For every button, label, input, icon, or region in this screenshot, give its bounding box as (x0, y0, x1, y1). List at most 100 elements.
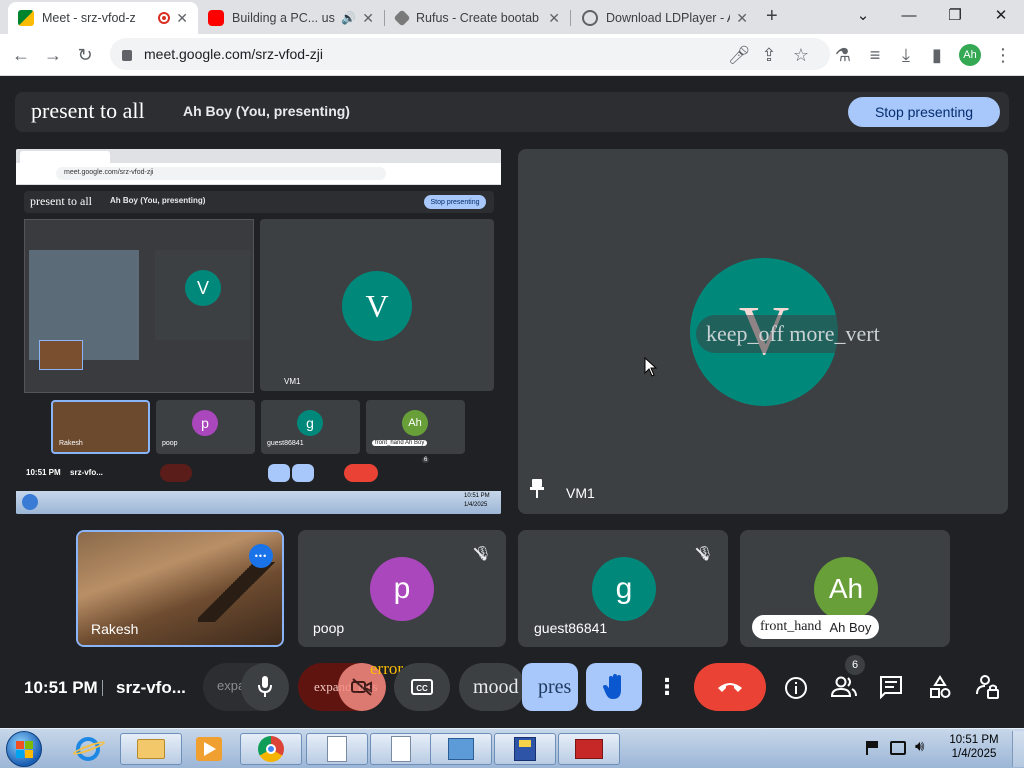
controls-divider (102, 680, 103, 696)
preview-controls: 10:51 PM srz-vfo... 6 (24, 457, 494, 485)
more-options-vertical-icon[interactable]: ⋮ (652, 663, 682, 711)
preview-name: guest86841 (267, 440, 304, 447)
internet-explorer-icon[interactable] (71, 735, 107, 763)
youtube-icon (208, 10, 224, 26)
taskbar-toolbox[interactable] (558, 733, 620, 765)
emoji-reaction-button[interactable]: mood (459, 663, 525, 711)
video-shadow (198, 562, 278, 622)
address-bar[interactable]: meet.google.com/srz-vfod-zji (110, 38, 830, 70)
profile-avatar[interactable]: Ah (957, 42, 983, 68)
tab-ldplayer[interactable]: Download LDPlayer - A ✕ (572, 2, 758, 34)
action-center-flag-icon[interactable] (866, 741, 878, 755)
minimize-icon[interactable]: — (886, 0, 932, 30)
start-button[interactable] (6, 731, 42, 767)
microphone-button[interactable] (241, 663, 289, 711)
preview-meet: present to all Ah Boy (You, presenting) … (16, 185, 501, 491)
document-icon (327, 736, 347, 762)
svg-text:CC: CC (416, 684, 428, 693)
preview-avatar: g (297, 410, 323, 436)
taskbar-usb-tool[interactable] (494, 733, 556, 765)
tab-rufus[interactable]: Rufus - Create bootab ✕ (386, 2, 570, 34)
lock-icon (122, 49, 132, 61)
bookmark-star-icon[interactable]: ☆ (788, 42, 814, 68)
windows-logo-icon (16, 741, 24, 749)
hand-icon-label: front_hand (760, 619, 822, 634)
restore-icon[interactable]: ❐ (932, 0, 978, 30)
chat-button[interactable] (879, 675, 905, 701)
preview-camera-error (160, 464, 192, 482)
labs-flask-icon[interactable]: ⚗ (830, 42, 856, 68)
windows-logo-part (16, 750, 24, 758)
microphone-icon[interactable]: 🎤︎ (726, 42, 752, 68)
participant-tile-guest86841[interactable]: g 🎙︎ guest86841 (518, 530, 728, 647)
present-icon-label: pres (538, 675, 572, 698)
tab-search-chevron-icon[interactable]: ⌄ (840, 0, 886, 30)
tray-clock[interactable]: 10:51 PM 1/4/2025 (949, 734, 999, 760)
back-arrow-icon[interactable]: ← (8, 42, 34, 68)
close-icon[interactable]: ✕ (362, 10, 374, 27)
tab-meet[interactable]: Meet - srz-vfod-z ✕ (8, 2, 198, 34)
speaker-icon: 🔊 (341, 11, 357, 25)
forward-arrow-icon[interactable]: → (40, 42, 66, 68)
presenter-name: Ah Boy (You, presenting) (183, 103, 350, 119)
participant-name: Rakesh (91, 621, 139, 637)
main-participant-tile: V keep_off more_vert VM1 (518, 149, 1008, 514)
pin-icon (530, 479, 544, 499)
close-icon[interactable]: ✕ (176, 10, 188, 27)
present-now-button[interactable]: pres (522, 663, 578, 711)
captions-button[interactable]: CC (394, 663, 450, 711)
preview-tray-time: 10:51 PM (464, 493, 490, 499)
presenting-title: present to all (31, 98, 145, 123)
taskbar-document-2[interactable] (370, 733, 432, 765)
download-icon[interactable]: ⤓ (893, 42, 919, 68)
media-player-icon[interactable] (196, 737, 222, 761)
preview-avatar: Ah (402, 410, 428, 436)
media-queue-icon[interactable]: ≡ (862, 42, 888, 68)
more-options-icon[interactable]: ••• (249, 544, 273, 568)
leave-call-button[interactable] (694, 663, 766, 711)
taskbar-explorer[interactable] (120, 733, 182, 765)
preview-start-icon (22, 494, 38, 510)
tile-overlay-controls[interactable]: keep_off more_vert (696, 315, 890, 353)
show-desktop-button[interactable] (1012, 731, 1024, 767)
chat-icon (880, 676, 902, 700)
presenting-banner: present to all Ah Boy (You, presenting) … (15, 92, 1009, 132)
meeting-code: srz-vfo... (116, 678, 186, 697)
preview-time: 10:51 PM (26, 468, 61, 477)
participant-tile-rakesh[interactable]: ••• Rakesh (76, 530, 284, 647)
share-icon[interactable]: ⇪ (756, 42, 782, 68)
preview-end-call (344, 464, 378, 482)
mood-icon-label: mood (473, 675, 519, 698)
tab-building-pc[interactable]: Building a PC... us 🔊 ✕ (198, 2, 384, 34)
new-tab-plus-icon[interactable]: + (766, 5, 778, 28)
volume-icon[interactable]: 🔊︎ (915, 738, 924, 755)
close-icon[interactable]: ✕ (548, 10, 560, 27)
window-close-icon[interactable]: ✕ (978, 0, 1024, 30)
stop-presenting-button[interactable]: Stop presenting (848, 97, 1000, 127)
taskbar-document-1[interactable] (306, 733, 368, 765)
activities-button[interactable] (928, 675, 954, 701)
close-icon[interactable]: ✕ (736, 10, 748, 27)
participant-tile-ahboy[interactable]: Ah front_hand Ah Boy (740, 530, 950, 647)
reload-icon[interactable]: ↻ (72, 42, 98, 68)
people-button[interactable] (830, 675, 858, 701)
tab-title: Meet - srz-vfod-z (42, 11, 136, 25)
network-icon[interactable] (890, 741, 906, 755)
preview-avatar: p (192, 410, 218, 436)
meet-stage: present to all Ah Boy (You, presenting) … (0, 77, 1024, 728)
taskbar-control-panel[interactable] (430, 733, 492, 765)
taskbar-chrome[interactable] (240, 733, 302, 765)
windows-logo-part (25, 741, 33, 749)
participant-tile-poop[interactable]: p 🎙︎ poop (298, 530, 506, 647)
tab-divider (384, 10, 385, 26)
host-controls-button[interactable] (976, 674, 1002, 702)
side-panel-icon[interactable]: ▮ (924, 42, 950, 68)
preview-avatar: V (342, 271, 412, 341)
preview-nested-avatar: V (185, 270, 221, 306)
raise-hand-button[interactable] (586, 663, 642, 711)
meeting-details-button[interactable] (783, 675, 809, 701)
chrome-menu-icon[interactable]: ⋮ (990, 42, 1016, 68)
people-count-badge: 6 (845, 655, 865, 675)
people-icon (830, 676, 857, 697)
participant-avatar: Ah (814, 557, 878, 621)
